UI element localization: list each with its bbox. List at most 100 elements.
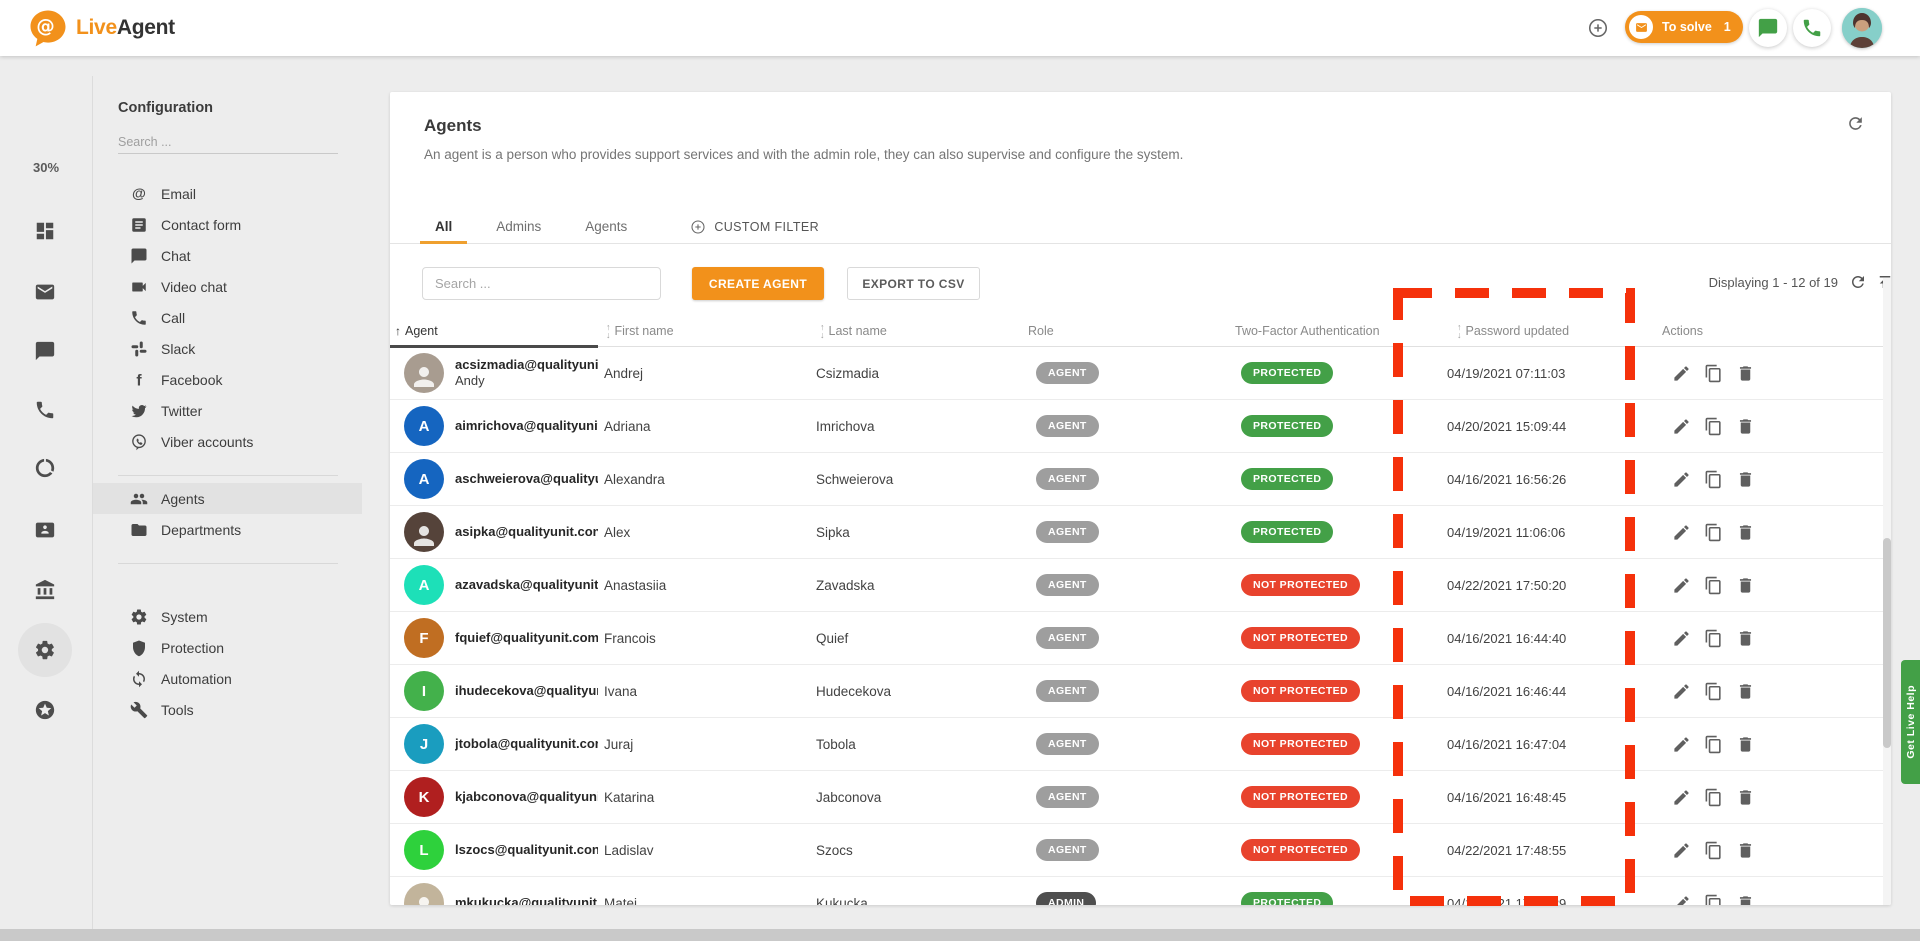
configuration-search-input[interactable]: [118, 131, 338, 154]
column-header-agent[interactable]: ↑Agent: [390, 316, 598, 346]
edit-agent-button[interactable]: [1672, 788, 1691, 807]
refresh-list-button[interactable]: [1849, 273, 1869, 293]
rail-item-contact-card[interactable]: [24, 509, 66, 551]
config-item-agents[interactable]: Agents: [93, 483, 362, 514]
calls-button[interactable]: [1793, 9, 1831, 47]
delete-agent-button[interactable]: [1736, 629, 1755, 648]
config-item-system[interactable]: System: [93, 601, 362, 632]
edit-agent-button[interactable]: [1672, 629, 1691, 648]
duplicate-agent-button[interactable]: [1704, 629, 1723, 648]
duplicate-agent-button[interactable]: [1704, 841, 1723, 860]
table-row[interactable]: Iihudecekova@qualityurIvanaHudecekovaAGE…: [390, 665, 1884, 718]
column-header-last-name[interactable]: ↑↓Last name: [810, 316, 1020, 346]
config-item-automation[interactable]: Automation: [93, 663, 362, 694]
get-live-help-tab[interactable]: Get Live Help: [1901, 660, 1920, 784]
config-item-tools[interactable]: Tools: [93, 694, 362, 725]
table-search-input[interactable]: [422, 267, 661, 300]
to-solve-button[interactable]: To solve 1: [1625, 11, 1743, 43]
user-avatar[interactable]: [1842, 8, 1882, 48]
column-header-password-updated[interactable]: ↑↓Password updated: [1445, 316, 1660, 346]
config-item-facebook[interactable]: fFacebook: [93, 364, 362, 395]
tab-admins[interactable]: Admins: [481, 210, 556, 243]
column-header-actions[interactable]: Actions: [1660, 316, 1884, 346]
tab-all[interactable]: All: [420, 210, 467, 243]
duplicate-agent-button[interactable]: [1704, 364, 1723, 383]
edit-agent-button[interactable]: [1672, 841, 1691, 860]
config-item-email[interactable]: @Email: [93, 178, 362, 209]
rail-item-dashboard[interactable]: [24, 210, 66, 252]
config-item-departments[interactable]: Departments: [93, 514, 362, 545]
person-icon: [409, 521, 439, 551]
column-header-role[interactable]: Role: [1020, 316, 1225, 346]
edit-agent-button[interactable]: [1672, 523, 1691, 542]
liveagent-logo[interactable]: @ LiveAgent: [28, 8, 175, 48]
rail-item-mail[interactable]: [24, 271, 66, 313]
delete-agent-button[interactable]: [1736, 894, 1755, 906]
config-item-video-chat[interactable]: Video chat: [93, 271, 362, 302]
delete-agent-button[interactable]: [1736, 576, 1755, 595]
edit-agent-button[interactable]: [1672, 735, 1691, 754]
vertical-scrollbar-thumb[interactable]: [1883, 538, 1891, 748]
rail-item-gear[interactable]: [18, 623, 72, 677]
delete-agent-button[interactable]: [1736, 470, 1755, 489]
agent-email: kjabconova@qualityuni: [455, 789, 598, 805]
column-header-two-factor-authentication[interactable]: Two-Factor Authentication: [1225, 316, 1445, 346]
edit-agent-button[interactable]: [1672, 470, 1691, 489]
export-csv-button[interactable]: EXPORT TO CSV: [847, 267, 980, 300]
config-item-chat[interactable]: Chat: [93, 240, 362, 271]
table-row[interactable]: acsizmadia@qualityuniAndyAndrejCsizmadia…: [390, 347, 1884, 400]
config-item-call[interactable]: Call: [93, 302, 362, 333]
duplicate-agent-button[interactable]: [1704, 894, 1723, 906]
duplicate-agent-button[interactable]: [1704, 788, 1723, 807]
add-new-button[interactable]: [1579, 9, 1617, 47]
config-item-protection[interactable]: Protection: [93, 632, 362, 663]
duplicate-agent-button[interactable]: [1704, 417, 1723, 436]
edit-agent-button[interactable]: [1672, 682, 1691, 701]
delete-agent-button[interactable]: [1736, 682, 1755, 701]
delete-agent-button[interactable]: [1736, 417, 1755, 436]
table-row[interactable]: Aaimrichova@qualityunitAdrianaImrichovaA…: [390, 400, 1884, 453]
config-item-twitter[interactable]: Twitter: [93, 395, 362, 426]
rail-item-chat[interactable]: [24, 330, 66, 372]
chats-button[interactable]: [1749, 9, 1787, 47]
duplicate-agent-button[interactable]: [1704, 682, 1723, 701]
delete-agent-button[interactable]: [1736, 788, 1755, 807]
table-row[interactable]: Ffquief@qualityunit.comFrancoisQuiefAGEN…: [390, 612, 1884, 665]
table-row[interactable]: asipka@qualityunit.conAlexSipkaAGENTPROT…: [390, 506, 1884, 559]
rail-item-bank[interactable]: [24, 569, 66, 611]
edit-agent-button[interactable]: [1672, 576, 1691, 595]
edit-agent-button[interactable]: [1672, 417, 1691, 436]
config-item-slack[interactable]: Slack: [93, 333, 362, 364]
rail-item-stars[interactable]: [24, 689, 66, 731]
actions-cell: [1660, 453, 1884, 505]
table-row[interactable]: mkukucka@qualityunit.MatejKukuckaADMINPR…: [390, 877, 1884, 905]
rail-item-phone[interactable]: [24, 389, 66, 431]
rail-item-data-usage[interactable]: [24, 447, 66, 489]
duplicate-agent-button[interactable]: [1704, 523, 1723, 542]
create-agent-button[interactable]: CREATE AGENT: [692, 267, 824, 300]
config-item-contact-form[interactable]: Contact form: [93, 209, 362, 240]
tab-agents[interactable]: Agents: [570, 210, 642, 243]
role-badge: AGENT: [1036, 362, 1099, 384]
duplicate-agent-button[interactable]: [1704, 470, 1723, 489]
duplicate-agent-button[interactable]: [1704, 735, 1723, 754]
refresh-page-button[interactable]: [1846, 114, 1866, 134]
edit-agent-button[interactable]: [1672, 894, 1691, 906]
table-row[interactable]: Jjtobola@qualityunit.corJurajTobolaAGENT…: [390, 718, 1884, 771]
column-header-first-name[interactable]: ↑↓First name: [598, 316, 810, 346]
table-row[interactable]: Aazavadska@qualityunitAnastasiiaZavadska…: [390, 559, 1884, 612]
delete-agent-button[interactable]: [1736, 523, 1755, 542]
config-item-viber-accounts[interactable]: Viber accounts: [93, 426, 362, 457]
custom-filter-button[interactable]: CUSTOM FILTER: [690, 210, 819, 243]
delete-agent-button[interactable]: [1736, 735, 1755, 754]
delete-agent-button[interactable]: [1736, 841, 1755, 860]
edit-agent-button[interactable]: [1672, 364, 1691, 383]
table-row[interactable]: Aaschweierova@qualityuAlexandraSchweiero…: [390, 453, 1884, 506]
delete-agent-button[interactable]: [1736, 364, 1755, 383]
table-row[interactable]: Kkjabconova@qualityuniKatarinaJabconovaA…: [390, 771, 1884, 824]
duplicate-agent-button[interactable]: [1704, 576, 1723, 595]
dashboard-icon: [34, 220, 56, 242]
envelope-icon: [1629, 15, 1653, 39]
bottom-scrollbar[interactable]: [0, 929, 1920, 941]
table-row[interactable]: Llszocs@qualityunit.conLadislavSzocsAGEN…: [390, 824, 1884, 877]
